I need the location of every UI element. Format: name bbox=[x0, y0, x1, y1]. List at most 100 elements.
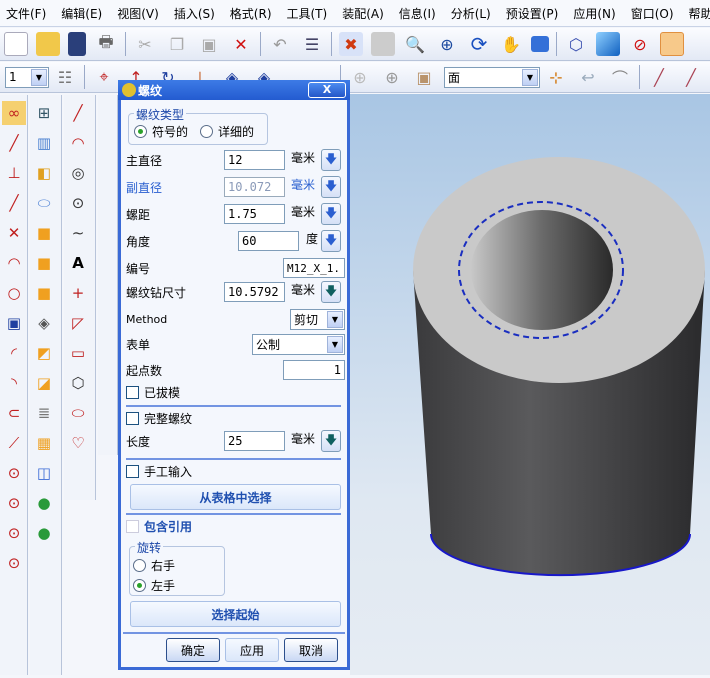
tap-drill-menu-button[interactable]: 🡇 bbox=[321, 281, 341, 303]
ok-button[interactable]: 确定 bbox=[166, 638, 220, 662]
point-icon[interactable]: ⊕ bbox=[348, 65, 372, 89]
circle-icon[interactable]: ⊙ bbox=[2, 491, 26, 515]
circle-icon[interactable]: ⊙ bbox=[2, 461, 26, 485]
shaded-icon[interactable] bbox=[596, 32, 620, 56]
menu-file[interactable]: 文件(F) bbox=[6, 5, 46, 22]
radio-detailed[interactable] bbox=[200, 125, 214, 138]
close-button[interactable]: X bbox=[308, 82, 346, 98]
line-point-icon[interactable]: ╱ bbox=[679, 65, 703, 89]
graphics-viewport[interactable] bbox=[350, 94, 710, 675]
pattern-icon[interactable]: ▦ bbox=[32, 431, 56, 455]
undo-icon[interactable]: ↶ bbox=[268, 32, 292, 56]
tap-drill-input[interactable]: 10.5792 bbox=[224, 282, 285, 302]
spline-icon[interactable]: ∼ bbox=[66, 221, 90, 245]
new-file-icon[interactable] bbox=[4, 32, 28, 56]
menu-info[interactable]: 信息(I) bbox=[399, 5, 436, 22]
chamfer-icon[interactable]: ◸ bbox=[66, 311, 90, 335]
open-folder-icon[interactable] bbox=[36, 32, 60, 56]
tube-icon[interactable]: ⬭ bbox=[32, 191, 56, 215]
reset-filter-icon[interactable]: ↩ bbox=[576, 65, 600, 89]
arc-icon[interactable]: ◝ bbox=[2, 371, 26, 395]
arc-icon[interactable]: ◠ bbox=[66, 131, 90, 155]
line-icon[interactable]: ╱ bbox=[2, 191, 26, 215]
dialog-titlebar[interactable]: 螺纹 X bbox=[118, 80, 350, 100]
tapered-checkbox[interactable] bbox=[126, 385, 139, 399]
circle-icon[interactable]: ⊙ bbox=[66, 191, 90, 215]
callout-input[interactable]: M12_X_1. bbox=[283, 258, 345, 278]
choose-from-table-button[interactable]: 从表格中选择 bbox=[130, 484, 341, 510]
print-icon[interactable]: 🖶 bbox=[94, 32, 118, 56]
zoom-window-icon[interactable] bbox=[371, 32, 395, 56]
circle-icon[interactable]: ◎ bbox=[66, 161, 90, 185]
line-icon[interactable]: ╱ bbox=[2, 131, 26, 155]
cone-icon[interactable]: ■ bbox=[32, 281, 56, 305]
shaded-active-icon[interactable] bbox=[660, 32, 684, 56]
block-icon[interactable]: ■ bbox=[32, 221, 56, 245]
menu-analysis[interactable]: 分析(L) bbox=[451, 5, 491, 22]
menu-preferences[interactable]: 预设置(P) bbox=[506, 5, 559, 22]
cancel-button[interactable]: 取消 bbox=[284, 638, 338, 662]
wireframe-icon[interactable]: ⬡ bbox=[564, 32, 588, 56]
angle-menu-button[interactable]: 🡇 bbox=[321, 230, 341, 252]
menu-application[interactable]: 应用(N) bbox=[573, 5, 615, 22]
sketch-icon[interactable]: ⊞ bbox=[32, 101, 56, 125]
text-icon[interactable]: A bbox=[66, 251, 90, 275]
menu-view[interactable]: 视图(V) bbox=[117, 5, 159, 22]
length-menu-button[interactable]: 🡇 bbox=[321, 430, 341, 452]
fillet-icon[interactable]: ⊂ bbox=[2, 401, 26, 425]
radio-left-hand[interactable] bbox=[133, 579, 146, 592]
minor-diameter-input[interactable]: 10.072 bbox=[224, 177, 285, 197]
menu-edit[interactable]: 编辑(E) bbox=[61, 5, 102, 22]
snap-icon[interactable]: ⌒ bbox=[608, 65, 632, 89]
filter-icon[interactable]: ⊹ bbox=[544, 65, 568, 89]
menu-format[interactable]: 格式(R) bbox=[230, 5, 272, 22]
point-box-icon[interactable]: ▣ bbox=[412, 65, 436, 89]
menu-insert[interactable]: 插入(S) bbox=[174, 5, 215, 22]
zoom-area-icon[interactable]: 🔍 bbox=[403, 32, 427, 56]
select-start-button[interactable]: 选择起始 bbox=[130, 601, 341, 627]
sketch-icon[interactable]: ∞ bbox=[2, 101, 26, 125]
view-orient-icon[interactable] bbox=[531, 36, 549, 52]
rotate-icon[interactable]: ⟳ bbox=[467, 32, 491, 56]
cylinder-icon[interactable]: ■ bbox=[32, 251, 56, 275]
thread-icon[interactable]: ≣ bbox=[32, 401, 56, 425]
menu-help[interactable]: 帮助(H) bbox=[689, 5, 710, 22]
rectangle-icon[interactable]: ▭ bbox=[66, 341, 90, 365]
rectangle-icon[interactable]: ▣ bbox=[2, 311, 26, 335]
arc-icon[interactable]: ◜ bbox=[2, 341, 26, 365]
form-select[interactable]: 公制 ▼ bbox=[252, 333, 345, 355]
hole-icon[interactable]: ◈ bbox=[32, 311, 56, 335]
subtract-icon[interactable]: ● bbox=[32, 521, 56, 545]
pocket-icon[interactable]: ◪ bbox=[32, 371, 56, 395]
manual-input-checkbox[interactable] bbox=[126, 464, 139, 478]
delete-icon[interactable]: ✕ bbox=[229, 32, 253, 56]
circle-icon[interactable]: ⊙ bbox=[2, 551, 26, 575]
selection-filter-select[interactable]: 面 ▼ bbox=[444, 66, 540, 88]
cut-icon[interactable]: ✂ bbox=[133, 32, 157, 56]
menu-tools[interactable]: 工具(T) bbox=[287, 5, 328, 22]
layer-settings-icon[interactable]: ☷ bbox=[53, 65, 77, 89]
pitch-menu-button[interactable]: 🡇 bbox=[321, 203, 341, 225]
major-diameter-input[interactable]: 12 bbox=[224, 150, 285, 170]
polygon-icon[interactable]: ⬡ bbox=[66, 371, 90, 395]
ellipse-icon[interactable]: ⬭ bbox=[66, 401, 90, 425]
minor-diameter-menu-button[interactable]: 🡇 bbox=[321, 176, 341, 198]
general-conic-icon[interactable]: ♡ bbox=[66, 431, 90, 455]
circle-icon[interactable]: ○ bbox=[2, 281, 26, 305]
line-icon[interactable]: ╱ bbox=[66, 101, 90, 125]
include-instances-checkbox[interactable] bbox=[126, 519, 139, 533]
circle-icon[interactable]: ⊙ bbox=[2, 521, 26, 545]
fit-icon[interactable]: ✖ bbox=[339, 32, 363, 56]
selection-list-icon[interactable]: ☰ bbox=[300, 32, 324, 56]
method-select[interactable]: 剪切 ▼ bbox=[290, 308, 345, 330]
point-icon[interactable]: + bbox=[66, 281, 90, 305]
axes-icon[interactable]: ⊥ bbox=[2, 161, 26, 185]
major-diameter-menu-button[interactable]: 🡇 bbox=[321, 149, 341, 171]
angle-input[interactable]: 60 bbox=[238, 231, 299, 251]
hide-icon[interactable]: ⊘ bbox=[628, 32, 652, 56]
chamfer-icon[interactable]: ⟋ bbox=[2, 431, 26, 455]
menu-assembly[interactable]: 装配(A) bbox=[342, 5, 384, 22]
radio-symbolic[interactable] bbox=[134, 125, 147, 138]
length-input[interactable]: 25 bbox=[224, 431, 285, 451]
radio-right-hand[interactable] bbox=[133, 559, 146, 572]
